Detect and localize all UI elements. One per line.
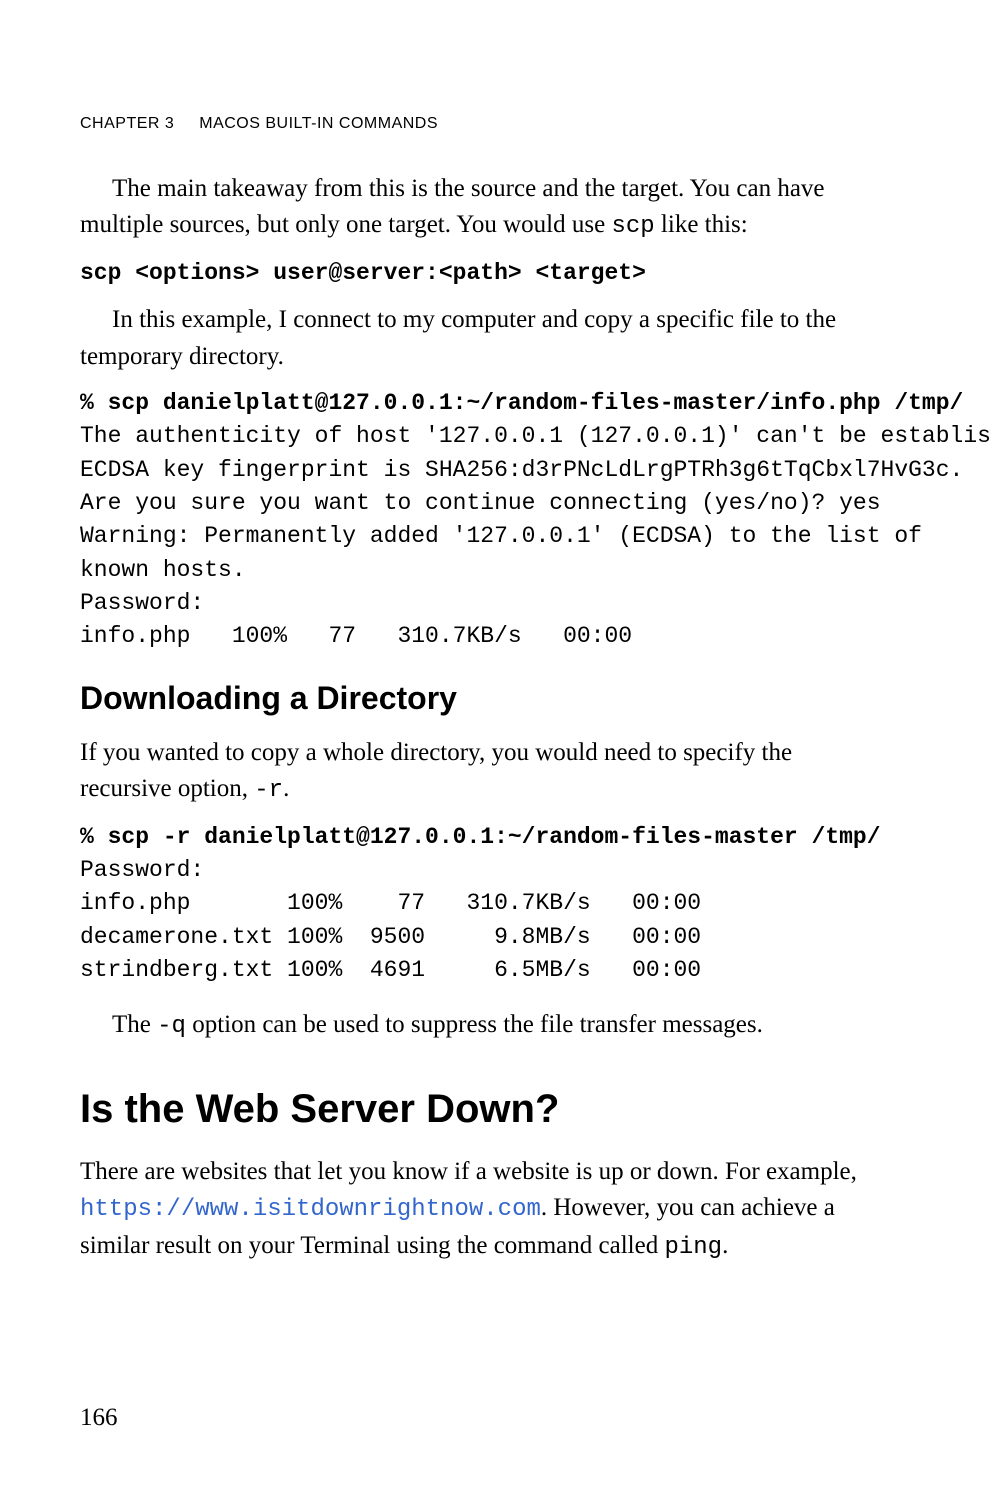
text: If you wanted to copy a whole directory,… — [80, 739, 792, 802]
heading-downloading-directory: Downloading a Directory — [80, 680, 889, 717]
page: CHAPTER 3 MACOS BUILT-IN COMMANDS The ma… — [0, 0, 989, 1500]
command-output: Password: info.php 100% 77 310.7KB/s 00:… — [80, 857, 701, 983]
text: There are websites that let you know if … — [80, 1158, 857, 1185]
inline-code: ping — [664, 1234, 722, 1261]
page-number: 166 — [80, 1404, 118, 1432]
paragraph-recursive: If you wanted to copy a whole directory,… — [80, 735, 889, 809]
external-link[interactable]: https://www.isitdownrightnow.com — [80, 1196, 541, 1223]
inline-code: -r — [254, 777, 283, 804]
command-line: % scp danielplatt@127.0.0.1:~/random-fil… — [80, 390, 963, 416]
running-head: CHAPTER 3 MACOS BUILT-IN COMMANDS — [80, 115, 889, 133]
paragraph-ping: There are websites that let you know if … — [80, 1154, 889, 1266]
paragraph-q-option: The -q option can be used to suppress th… — [80, 1007, 889, 1045]
text: like this: — [655, 211, 748, 238]
code-block-scp-dir: % scp -r danielplatt@127.0.0.1:~/random-… — [80, 821, 889, 988]
code-syntax: scp <options> user@server:<path> <target… — [80, 257, 889, 290]
paragraph-intro: The main takeaway from this is the sourc… — [80, 171, 889, 245]
command-line: % scp -r danielplatt@127.0.0.1:~/random-… — [80, 824, 881, 850]
chapter-title: MACOS BUILT-IN COMMANDS — [199, 115, 438, 132]
text: option can be used to suppress the file … — [186, 1011, 763, 1038]
command-output: The authenticity of host '127.0.0.1 (127… — [80, 423, 989, 649]
heading-web-server-down: Is the Web Server Down? — [80, 1087, 889, 1132]
text: . — [722, 1232, 728, 1259]
inline-code: -q — [157, 1013, 186, 1040]
text: . — [283, 775, 289, 802]
text: The — [112, 1011, 157, 1038]
code-block-scp-file: % scp danielplatt@127.0.0.1:~/random-fil… — [80, 387, 889, 654]
chapter-label: CHAPTER 3 — [80, 115, 174, 132]
paragraph-example: In this example, I connect to my compute… — [80, 302, 889, 375]
inline-code: scp — [611, 213, 654, 240]
